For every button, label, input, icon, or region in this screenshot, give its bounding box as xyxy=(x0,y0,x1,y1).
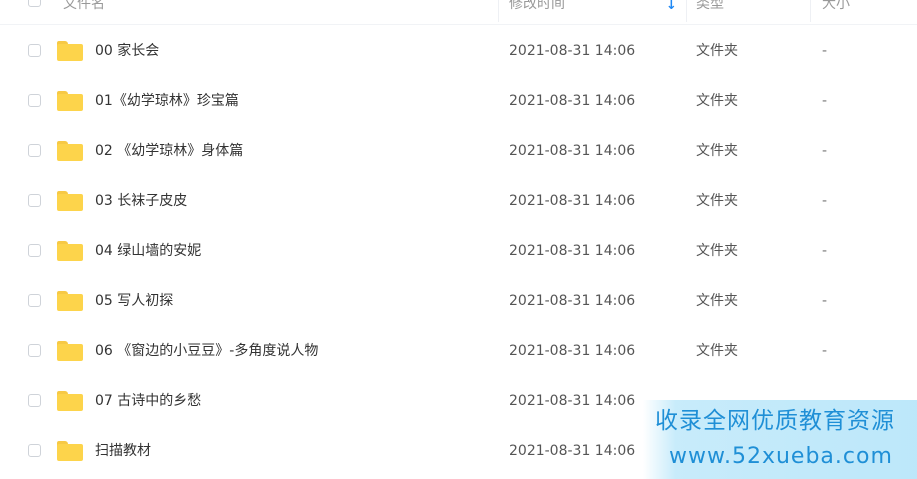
file-size: - xyxy=(822,293,828,309)
row-checkbox[interactable] xyxy=(28,344,41,357)
folder-icon xyxy=(57,91,83,111)
modified-time: 2021-08-31 14:06 xyxy=(509,343,636,359)
file-name[interactable]: 05 写人初探 xyxy=(95,291,173,311)
file-name[interactable]: 01《幼学琼林》珍宝篇 xyxy=(95,91,239,111)
modified-time: 2021-08-31 14:06 xyxy=(509,393,636,409)
file-type: 文件夹 xyxy=(696,143,738,159)
file-size: - xyxy=(822,43,828,59)
file-size: - xyxy=(822,143,828,159)
file-row[interactable]: 02 《幼学琼林》身体篇 2021-08-31 14:06 文件夹 - xyxy=(0,126,917,176)
file-row[interactable]: 04 绿山墙的安妮 2021-08-31 14:06 文件夹 - xyxy=(0,226,917,276)
watermark-slogan: 收录全网优质教育资源 xyxy=(655,408,895,434)
row-checkbox[interactable] xyxy=(28,144,41,157)
folder-icon xyxy=(57,41,83,61)
row-checkbox[interactable] xyxy=(28,194,41,207)
file-type: 文件夹 xyxy=(696,93,738,109)
file-name[interactable]: 扫描教材 xyxy=(95,441,151,461)
folder-icon xyxy=(57,291,83,311)
column-header-modified-time[interactable]: 修改时间 xyxy=(509,0,565,15)
arrow-down-icon[interactable]: ↓ xyxy=(666,0,677,13)
file-type: 文件夹 xyxy=(696,243,738,259)
file-type: 文件夹 xyxy=(696,293,738,309)
watermark-url: www.52xueba.com xyxy=(669,444,893,469)
file-row[interactable]: 00 家长会 2021-08-31 14:06 文件夹 - xyxy=(0,26,917,76)
row-checkbox[interactable] xyxy=(28,44,41,57)
column-separator xyxy=(686,0,687,22)
file-name[interactable]: 07 古诗中的乡愁 xyxy=(95,391,201,411)
file-type: 文件夹 xyxy=(696,43,738,59)
row-checkbox[interactable] xyxy=(28,244,41,257)
file-name[interactable]: 04 绿山墙的安妮 xyxy=(95,241,201,261)
folder-icon xyxy=(57,191,83,211)
modified-time: 2021-08-31 14:06 xyxy=(509,143,636,159)
file-size: - xyxy=(822,193,828,209)
modified-time: 2021-08-31 14:06 xyxy=(509,193,636,209)
file-name[interactable]: 00 家长会 xyxy=(95,41,159,61)
folder-icon xyxy=(57,141,83,161)
file-size: - xyxy=(822,343,828,359)
modified-time: 2021-08-31 14:06 xyxy=(509,93,636,109)
file-size: - xyxy=(822,93,828,109)
modified-time: 2021-08-31 14:06 xyxy=(509,243,636,259)
column-separator xyxy=(810,0,811,22)
select-all-checkbox[interactable] xyxy=(28,0,41,7)
file-row[interactable]: 03 长袜子皮皮 2021-08-31 14:06 文件夹 - xyxy=(0,176,917,226)
column-header-size[interactable]: 大小 xyxy=(822,0,850,15)
file-name[interactable]: 03 长袜子皮皮 xyxy=(95,191,187,211)
file-size: - xyxy=(822,243,828,259)
file-name[interactable]: 02 《幼学琼林》身体篇 xyxy=(95,141,243,161)
file-name[interactable]: 06 《窗边的小豆豆》-多角度说人物 xyxy=(95,341,318,361)
row-checkbox[interactable] xyxy=(28,94,41,107)
file-row[interactable]: 01《幼学琼林》珍宝篇 2021-08-31 14:06 文件夹 - xyxy=(0,76,917,126)
row-checkbox[interactable] xyxy=(28,394,41,407)
folder-icon xyxy=(57,241,83,261)
modified-time: 2021-08-31 14:06 xyxy=(509,43,636,59)
file-list-header: 文件名 修改时间 ↓ 类型 大小 xyxy=(0,0,917,25)
column-header-type[interactable]: 类型 xyxy=(696,0,724,15)
row-checkbox[interactable] xyxy=(28,444,41,457)
column-separator xyxy=(498,0,499,22)
folder-icon xyxy=(57,391,83,411)
file-type: 文件夹 xyxy=(696,343,738,359)
file-row[interactable]: 06 《窗边的小豆豆》-多角度说人物 2021-08-31 14:06 文件夹 … xyxy=(0,326,917,376)
file-row[interactable]: 05 写人初探 2021-08-31 14:06 文件夹 - xyxy=(0,276,917,326)
modified-time: 2021-08-31 14:06 xyxy=(509,293,636,309)
modified-time: 2021-08-31 14:06 xyxy=(509,443,636,459)
column-header-name[interactable]: 文件名 xyxy=(63,0,105,15)
folder-icon xyxy=(57,441,83,461)
file-type: 文件夹 xyxy=(696,193,738,209)
folder-icon xyxy=(57,341,83,361)
row-checkbox[interactable] xyxy=(28,294,41,307)
